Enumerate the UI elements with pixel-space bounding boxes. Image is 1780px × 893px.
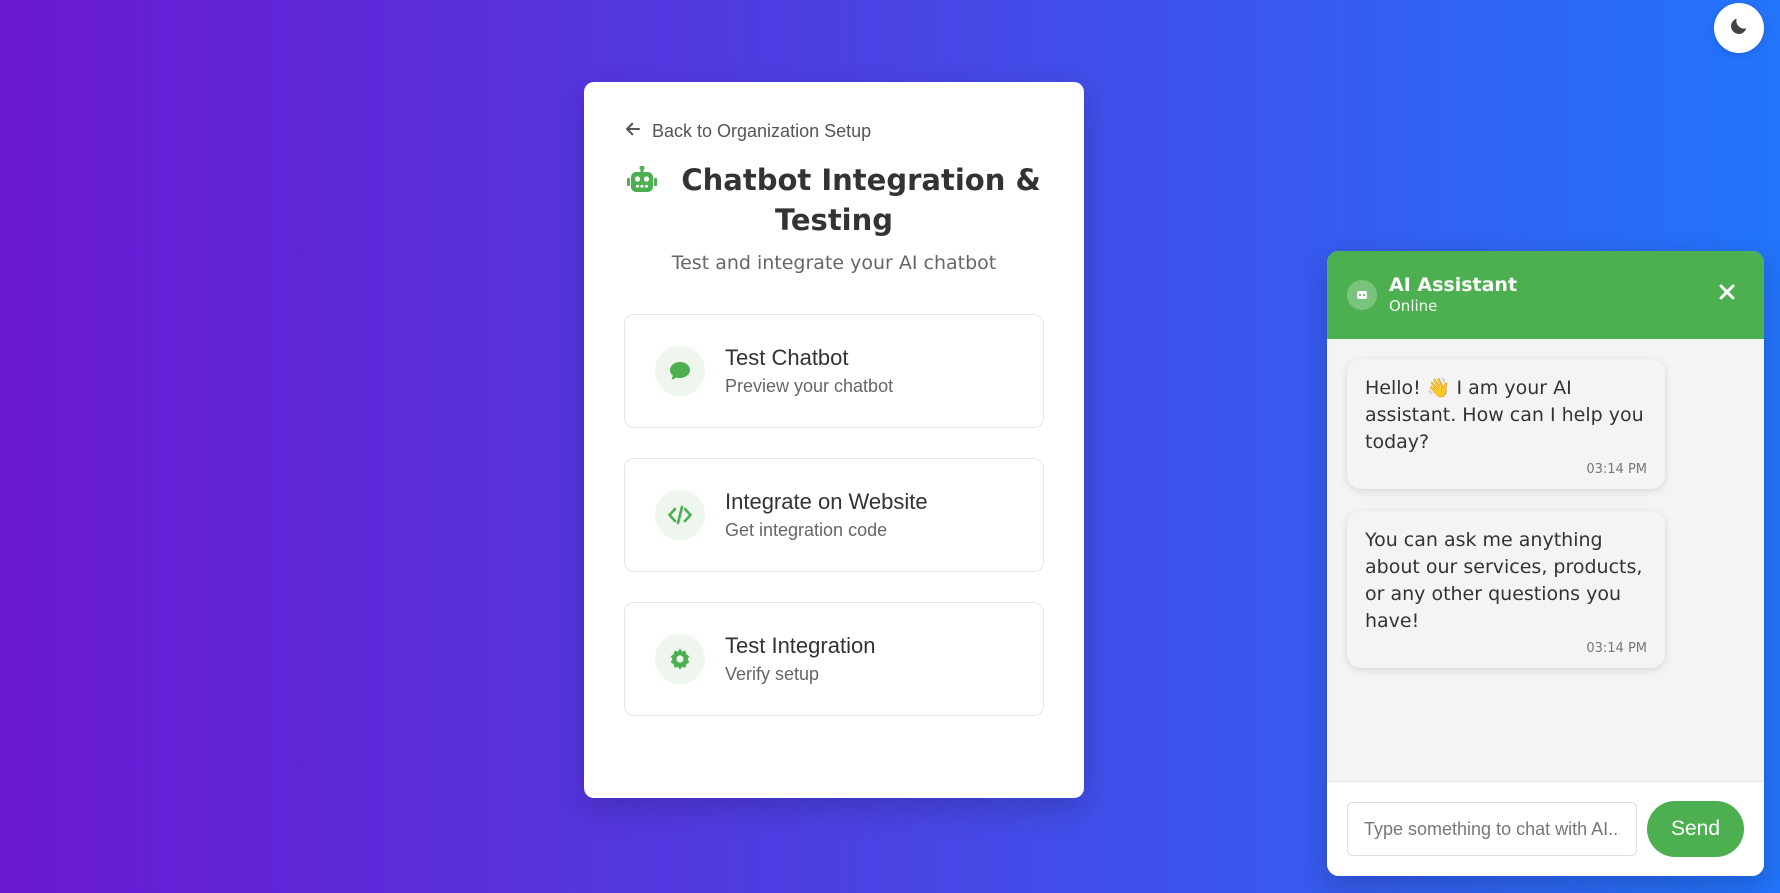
chat-status: Online: [1389, 297, 1438, 315]
options-list: Test Chatbot Preview your chatbot Integr…: [624, 314, 1044, 716]
bot-message: Hello! 👋 I am your AI assistant. How can…: [1347, 359, 1665, 489]
page-subtitle: Test and integrate your AI chatbot: [671, 252, 997, 274]
option-title: Integrate on Website: [725, 489, 928, 514]
robot-icon: [627, 163, 681, 197]
close-chat-button[interactable]: [1716, 283, 1738, 305]
code-icon: [655, 490, 705, 540]
option-title: Test Chatbot: [725, 345, 849, 370]
chat-input-bar: Send: [1327, 781, 1764, 876]
back-link-label: Back to Organization Setup: [652, 120, 872, 141]
gear-icon: [655, 634, 705, 684]
option-title: Test Integration: [725, 633, 876, 658]
option-description: Preview your chatbot: [725, 376, 894, 396]
chat-title: AI Assistant: [1389, 274, 1518, 296]
chat-widget: AI Assistant Online Hello! 👋 I am your A…: [1327, 251, 1764, 876]
chat-bubble-icon: [655, 346, 705, 396]
bot-message: You can ask me anything about our servic…: [1347, 511, 1665, 668]
page-title: Chatbot Integration & Testing: [624, 160, 1044, 240]
bot-avatar: [1347, 280, 1377, 310]
message-text: You can ask me anything about our servic…: [1365, 529, 1643, 632]
send-button[interactable]: Send: [1647, 801, 1744, 857]
test-integration-option[interactable]: Test Integration Verify setup: [624, 602, 1044, 716]
message-time: 03:14 PM: [1586, 641, 1647, 656]
integrate-website-option[interactable]: Integrate on Website Get integration cod…: [624, 458, 1044, 572]
moon-icon: [1728, 15, 1750, 42]
robot-icon: [1356, 286, 1368, 304]
arrow-left-icon: [624, 120, 642, 143]
page-title-text: Chatbot Integration & Testing: [681, 163, 1041, 237]
message-time: 03:14 PM: [1586, 462, 1647, 477]
option-description: Get integration code: [725, 520, 888, 540]
close-icon: [1719, 284, 1735, 305]
integration-card: Back to Organization Setup Chatbot Integ…: [584, 82, 1084, 798]
message-text: Hello! 👋 I am your AI assistant. How can…: [1365, 377, 1644, 453]
theme-toggle-button[interactable]: [1714, 3, 1764, 53]
chat-header: AI Assistant Online: [1327, 251, 1764, 339]
back-link[interactable]: Back to Organization Setup: [624, 116, 1044, 146]
test-chatbot-option[interactable]: Test Chatbot Preview your chatbot: [624, 314, 1044, 428]
option-description: Verify setup: [725, 664, 820, 684]
chat-input[interactable]: [1347, 802, 1637, 856]
message-list: Hello! 👋 I am your AI assistant. How can…: [1327, 339, 1764, 781]
